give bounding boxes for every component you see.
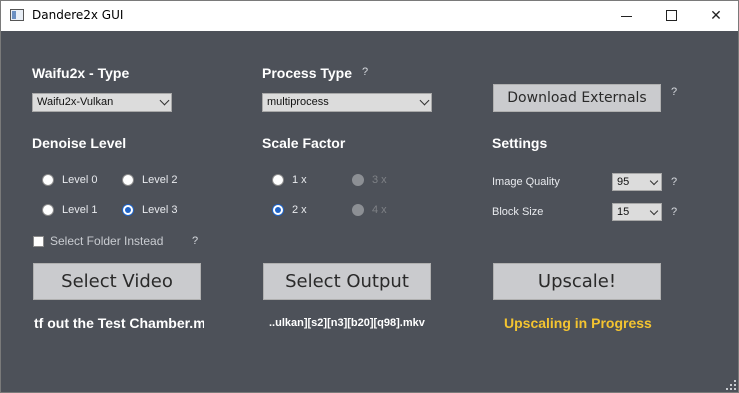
main-panel: Waifu2x - Type Process Type ? Waifu2x-Vu… <box>1 31 738 392</box>
select-video-button[interactable]: Select Video <box>33 263 201 300</box>
settings-heading: Settings <box>492 135 548 151</box>
scale-factor-1x[interactable]: 1 x <box>272 174 307 186</box>
process-type-select[interactable]: multiprocess <box>262 93 432 112</box>
checkbox[interactable] <box>33 235 44 247</box>
select-folder-help[interactable]: ? <box>192 235 198 247</box>
resize-grip-icon[interactable] <box>726 380 736 390</box>
image-quality-help[interactable]: ? <box>671 176 677 188</box>
radio-label: Level 2 <box>142 174 178 186</box>
app-window: Dandere2x GUI ✕ Waifu2x - Type Process T… <box>0 0 739 393</box>
scale-factor-heading: Scale Factor <box>262 135 346 151</box>
chevron-down-icon <box>649 206 659 216</box>
title-bar[interactable]: Dandere2x GUI ✕ <box>1 1 738 31</box>
close-icon: ✕ <box>710 8 722 24</box>
image-quality-select[interactable]: 95 <box>612 173 662 191</box>
radio-button[interactable] <box>42 204 54 216</box>
upscale-button[interactable]: Upscale! <box>493 263 661 300</box>
process-type-value: multiprocess <box>267 96 329 108</box>
close-button[interactable]: ✕ <box>693 1 738 31</box>
minimize-button[interactable] <box>603 1 649 31</box>
waifu2x-type-value: Waifu2x-Vulkan <box>37 96 114 108</box>
radio-button[interactable] <box>42 174 54 186</box>
download-externals-button[interactable]: Download Externals <box>493 84 661 112</box>
radio-label: Level 0 <box>62 174 98 186</box>
denoise-level-heading: Denoise Level <box>32 135 127 151</box>
radio-button-disabled <box>352 204 364 216</box>
block-size-select[interactable]: 15 <box>612 203 662 221</box>
maximize-button[interactable] <box>648 1 694 31</box>
block-size-label: Block Size <box>492 206 544 218</box>
radio-label: 4 x <box>372 204 387 216</box>
scale-factor-2x[interactable]: 2 x <box>272 204 307 216</box>
process-type-help[interactable]: ? <box>362 66 368 78</box>
scale-factor-3x: 3 x <box>352 174 387 186</box>
denoise-level-2[interactable]: Level 2 <box>122 174 177 186</box>
radio-button-disabled <box>352 174 364 186</box>
block-size-value: 15 <box>617 206 630 218</box>
waifu2x-type-select[interactable]: Waifu2x-Vulkan <box>32 93 172 112</box>
waifu2x-type-heading: Waifu2x - Type <box>32 65 130 81</box>
select-output-button[interactable]: Select Output <box>263 263 431 300</box>
window-title: Dandere2x GUI <box>32 8 124 22</box>
radio-button[interactable] <box>122 174 134 186</box>
output-file-name: ..ulkan][s2][n3][b20][q98].mkv <box>269 317 425 329</box>
block-size-help[interactable]: ? <box>671 206 677 218</box>
radio-label: 3 x <box>372 174 387 186</box>
chevron-down-icon <box>419 95 430 106</box>
maximize-icon <box>666 10 677 21</box>
radio-label: 2 x <box>292 204 307 216</box>
process-type-heading: Process Type <box>262 65 353 81</box>
denoise-level-0[interactable]: Level 0 <box>42 174 97 186</box>
radio-button-selected[interactable] <box>272 204 284 216</box>
radio-label: Level 3 <box>142 204 178 216</box>
image-quality-label: Image Quality <box>492 176 560 188</box>
select-folder-checkbox[interactable]: Select Folder Instead <box>33 234 163 248</box>
denoise-level-3[interactable]: Level 3 <box>122 204 177 216</box>
select-folder-label: Select Folder Instead <box>50 234 164 248</box>
radio-label: 1 x <box>292 174 307 186</box>
input-file-name: tf out the Test Chamber.m <box>34 315 204 331</box>
chevron-down-icon <box>159 95 170 106</box>
radio-button-selected[interactable] <box>122 204 134 216</box>
app-icon <box>10 9 24 21</box>
denoise-level-1[interactable]: Level 1 <box>42 204 97 216</box>
chevron-down-icon <box>649 176 659 186</box>
radio-button[interactable] <box>272 174 284 186</box>
scale-factor-4x: 4 x <box>352 204 387 216</box>
status-message: Upscaling in Progress <box>504 315 652 331</box>
image-quality-value: 95 <box>617 176 630 188</box>
radio-label: Level 1 <box>62 204 98 216</box>
download-externals-help[interactable]: ? <box>671 86 677 98</box>
minimize-icon <box>621 16 632 17</box>
